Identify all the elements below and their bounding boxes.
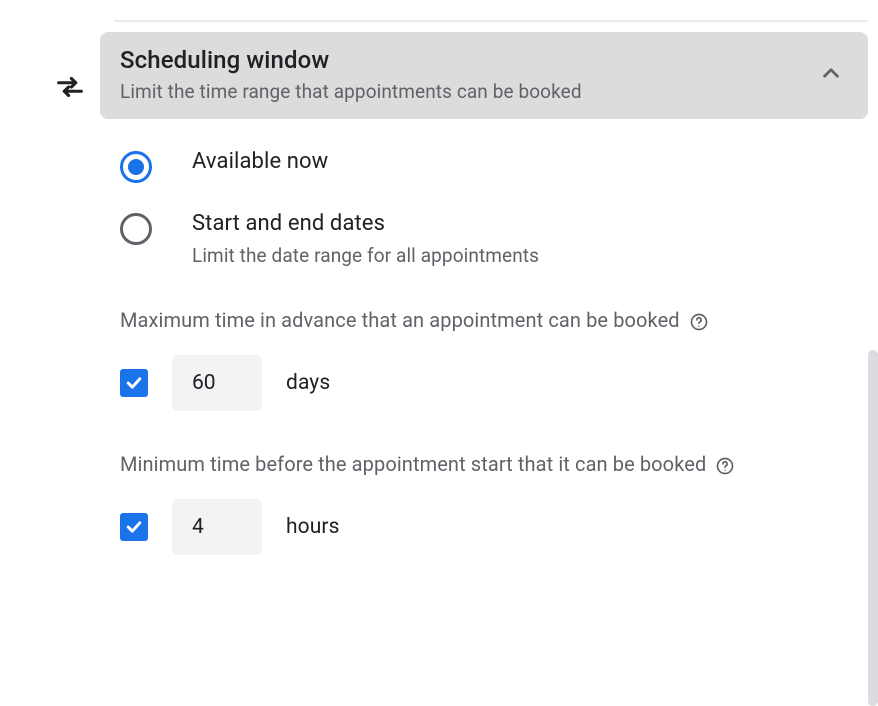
min-before-unit: hours xyxy=(286,515,340,539)
divider xyxy=(114,20,868,22)
min-before-label: Minimum time before the appointment star… xyxy=(120,449,760,479)
chevron-up-icon xyxy=(818,60,844,90)
radio-icon xyxy=(120,151,152,183)
scrollbar-thumb[interactable] xyxy=(868,350,878,706)
radio-icon xyxy=(120,213,152,245)
max-advance-checkbox[interactable] xyxy=(120,369,148,397)
swap-horizontal-icon xyxy=(53,70,87,108)
scheduling-window-header[interactable]: Scheduling window Limit the time range t… xyxy=(100,32,868,119)
min-before-checkbox[interactable] xyxy=(120,513,148,541)
scrollbar[interactable] xyxy=(868,350,878,706)
help-icon[interactable] xyxy=(689,312,709,332)
max-advance-value-input[interactable]: 60 xyxy=(172,355,262,411)
max-advance-label: Maximum time in advance that an appointm… xyxy=(120,305,760,335)
radio-available-now[interactable]: Available now xyxy=(120,149,848,183)
radio-sublabel: Limit the date range for all appointment… xyxy=(192,244,539,267)
radio-label: Available now xyxy=(192,149,328,174)
radio-label: Start and end dates xyxy=(192,211,539,236)
min-before-value-input[interactable]: 4 xyxy=(172,499,262,555)
section-subtitle: Limit the time range that appointments c… xyxy=(120,80,582,103)
radio-start-end-dates[interactable]: Start and end dates Limit the date range… xyxy=(120,211,848,267)
section-title: Scheduling window xyxy=(120,46,582,74)
help-icon[interactable] xyxy=(715,456,735,476)
max-advance-unit: days xyxy=(286,371,330,395)
